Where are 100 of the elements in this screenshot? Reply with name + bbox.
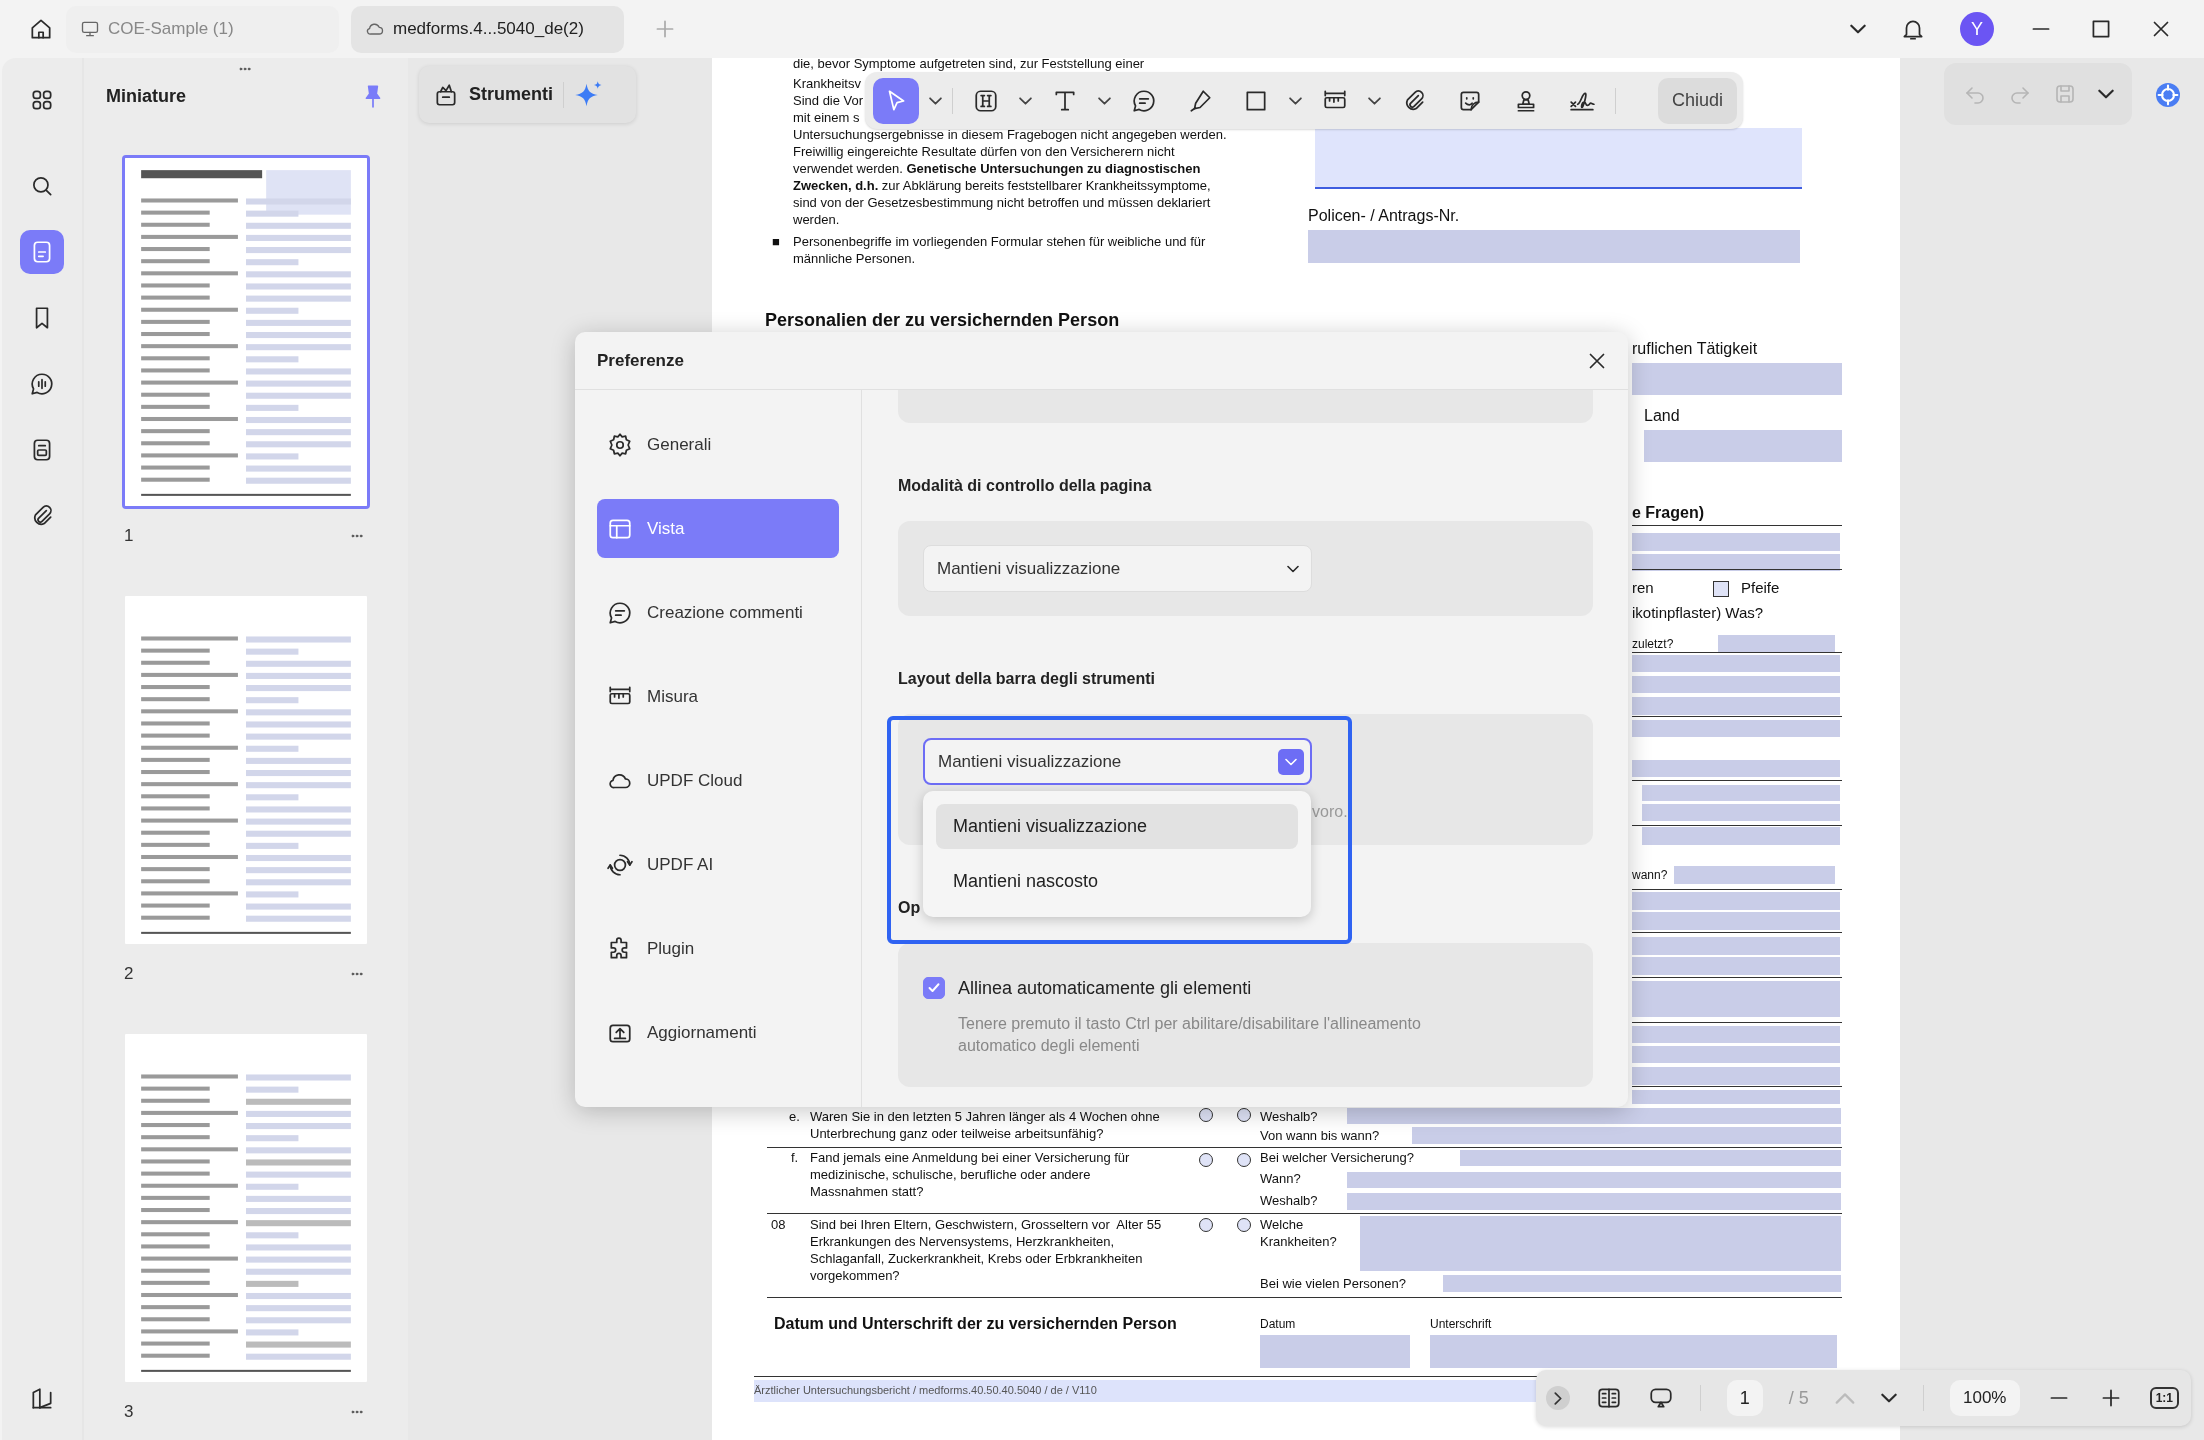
page-thumbnail[interactable]	[122, 155, 370, 509]
form-field[interactable]	[1315, 128, 1802, 189]
actual-size-button[interactable]: 1:1	[2149, 1387, 2179, 1409]
form-field[interactable]	[1632, 1046, 1840, 1063]
form-field[interactable]	[1718, 635, 1835, 653]
chevron-down-icon[interactable]	[929, 96, 942, 105]
settings-nav-item[interactable]: Aggiornamenti	[597, 1003, 839, 1062]
chevron-right-icon[interactable]	[1554, 1391, 1562, 1405]
form-field[interactable]	[1632, 1090, 1840, 1104]
document-text: Sind bei Ihren Eltern, Geschwistern, Grosseltern vor Alter 55 Erkrankungen des Nervensystems, Herzkrankheiten, Schlaganfall, Zuckerkrankheit, Krebs oder Erbkrankheiten vorgekommen?	[810, 1216, 1162, 1284]
settings-nav-item[interactable]: UPDF Cloud	[597, 751, 839, 810]
field-label: Policen- / Antrags-Nr.	[1308, 206, 1460, 226]
radio-button[interactable]	[1237, 1108, 1251, 1122]
bullet-mark: ■	[772, 233, 780, 250]
form-field[interactable]	[1632, 892, 1840, 910]
form-field[interactable]	[1412, 1127, 1841, 1144]
form-field[interactable]	[1308, 230, 1800, 263]
form-field[interactable]	[1644, 430, 1842, 462]
section-heading: Layout della barra degli strumenti	[898, 670, 1156, 689]
chevron-down-icon[interactable]	[2097, 89, 2114, 99]
form-field[interactable]	[1632, 937, 1840, 955]
settings-nav-item[interactable]: Generali	[597, 415, 839, 474]
form-field[interactable]	[1260, 1335, 1410, 1368]
form-field[interactable]	[1347, 1108, 1841, 1124]
form-field[interactable]	[1360, 1216, 1841, 1271]
dialog-title: Preferenze	[597, 350, 684, 371]
close-button[interactable]: Chiudi	[1657, 77, 1737, 124]
settings-nav-item[interactable]: UPDF AI	[597, 835, 839, 894]
chevron-down-icon[interactable]	[1289, 96, 1302, 105]
field-label: zuletzt?	[1632, 636, 1674, 653]
document-text: Welche Krankheiten?	[1260, 1216, 1337, 1250]
form-field[interactable]	[1642, 804, 1840, 821]
form-field[interactable]	[1632, 697, 1840, 715]
chevron-down-icon[interactable]	[1880, 1393, 1897, 1403]
document-text: Wann?	[1260, 1170, 1301, 1187]
comment-icon	[1131, 87, 1157, 114]
chevron-down-icon[interactable]	[1850, 24, 1866, 34]
zoom-field[interactable]: 100%	[1949, 1380, 2020, 1416]
form-field[interactable]	[1632, 957, 1840, 975]
two-page-icon[interactable]	[1595, 1385, 1622, 1411]
monitor-icon	[80, 19, 100, 39]
radio-button[interactable]	[1237, 1153, 1251, 1167]
document-text: Krankheitsv	[793, 75, 861, 92]
section-heading: Op	[898, 899, 922, 918]
document-text: Personenbegriffe im vorliegenden Formular stehen für weibliche und für männliche Personen.	[793, 233, 1206, 267]
form-field[interactable]	[1642, 827, 1840, 845]
presentation-icon[interactable]	[1647, 1385, 1674, 1411]
form-field[interactable]	[1632, 363, 1842, 395]
form-field[interactable]	[1347, 1172, 1841, 1188]
page-number-field[interactable]: 1	[1726, 1380, 1763, 1416]
form-field[interactable]	[1632, 655, 1840, 672]
tools-button[interactable]: Strumenti	[419, 66, 636, 123]
form-field[interactable]	[1632, 1026, 1840, 1043]
radio-button[interactable]	[1237, 1218, 1251, 1232]
settings-nav-item[interactable]: Plugin	[597, 919, 839, 978]
form-field[interactable]	[1460, 1150, 1841, 1166]
checkbox[interactable]	[923, 977, 945, 999]
form-field[interactable]	[1632, 554, 1840, 571]
menu-item[interactable]: Mantieni visualizzazione	[936, 804, 1298, 849]
section-heading: Personalien der zu versichernden Person	[765, 309, 1120, 331]
form-field[interactable]	[1632, 760, 1840, 777]
field-label: Unterschrift	[1430, 1316, 1492, 1333]
form-field[interactable]	[1632, 1067, 1840, 1085]
chevron-down-icon[interactable]	[1098, 96, 1111, 105]
form-field[interactable]	[1674, 866, 1835, 884]
user-avatar[interactable]: Y	[1960, 12, 1994, 46]
grid-icon[interactable]	[29, 87, 55, 113]
radio-button[interactable]	[1199, 1218, 1213, 1232]
chevron-down-icon[interactable]	[1368, 96, 1381, 105]
form-field[interactable]	[1632, 981, 1840, 1017]
document-text: Bei wie vielen Personen?	[1260, 1275, 1406, 1292]
document-text: Von wann bis wann?	[1260, 1127, 1380, 1144]
heading-icon	[973, 87, 999, 114]
form-field[interactable]	[1347, 1193, 1841, 1210]
dropdown[interactable]: Mantieni visualizzazione	[923, 738, 1312, 785]
checkbox[interactable]	[1713, 581, 1729, 597]
ai-icon	[607, 851, 633, 878]
form-field[interactable]	[1632, 676, 1840, 693]
form-field[interactable]	[1430, 1335, 1837, 1368]
radio-button[interactable]	[1199, 1153, 1213, 1167]
dropdown[interactable]: Mantieni visualizzazione	[923, 545, 1312, 592]
page-footer: Ärztlicher Untersuchungsbericht / medforms.40.50.40.5040 / de / V110	[754, 1382, 1097, 1399]
form-field[interactable]	[1632, 912, 1840, 930]
settings-nav-item[interactable]: Creazione commenti	[597, 583, 839, 642]
page-thumbnail[interactable]	[122, 1031, 370, 1385]
toolbox-icon	[433, 81, 459, 108]
book-icon[interactable]	[29, 1386, 55, 1412]
form-field[interactable]	[1443, 1275, 1841, 1292]
radio-button[interactable]	[1199, 1108, 1213, 1122]
form-field[interactable]	[1632, 720, 1840, 737]
checkbox-label[interactable]: Allinea automaticamente gli elementi	[958, 977, 1252, 999]
settings-nav-item[interactable]: Misura	[597, 667, 839, 726]
chevron-down-icon[interactable]	[1019, 96, 1032, 105]
form-field[interactable]	[1632, 533, 1840, 551]
page-thumbnail[interactable]	[122, 593, 370, 947]
document-text: mit einem s	[793, 109, 860, 126]
document-text: e.	[789, 1108, 800, 1125]
document-tab[interactable]: medforms.4...5040_de(2)	[351, 5, 624, 53]
form-field[interactable]	[1642, 785, 1840, 801]
menu-item[interactable]: Mantieni nascosto	[936, 859, 1298, 904]
